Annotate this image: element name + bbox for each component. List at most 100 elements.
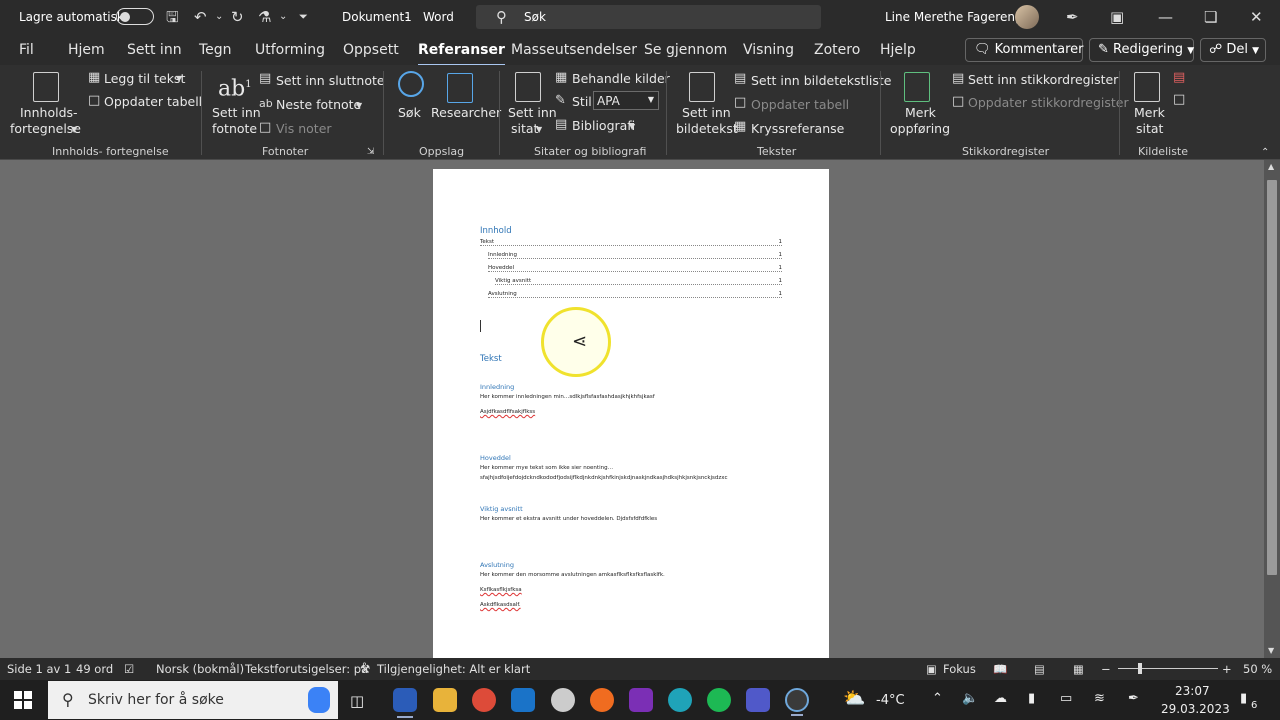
- minimize-icon[interactable]: —: [1158, 8, 1173, 26]
- citation-style-select[interactable]: APA ▼: [593, 91, 659, 110]
- ribbon-display-icon[interactable]: ▣: [1110, 8, 1124, 26]
- teams-icon[interactable]: [746, 688, 770, 712]
- close-icon[interactable]: ✕: [1250, 8, 1263, 26]
- mark-entry-line2[interactable]: oppføring: [890, 121, 950, 136]
- outlook-icon[interactable]: [511, 688, 535, 712]
- insert-table-of-figures-button[interactable]: Sett inn bildetekstliste: [751, 73, 892, 88]
- insert-citation-line1[interactable]: Sett inn: [508, 105, 557, 120]
- toc-entry[interactable]: Avslutning 1: [488, 291, 782, 298]
- taskbar-search[interactable]: ⚲ Skriv her for å søke: [48, 681, 338, 719]
- dialog-launcher-icon[interactable]: ⇲: [367, 145, 375, 160]
- designer-pen-icon[interactable]: ✒: [1066, 8, 1079, 26]
- save-icon[interactable]: 🖫: [166, 8, 179, 26]
- tab-zotero[interactable]: Zotero: [814, 42, 860, 58]
- clock-date[interactable]: 29.03.2023: [1161, 702, 1230, 716]
- text-predictions[interactable]: Tekstforutsigelser: på: [245, 662, 368, 676]
- web-layout-icon[interactable]: ▦: [1073, 662, 1084, 676]
- zoom-out-icon[interactable]: −: [1101, 662, 1111, 676]
- chrome-icon[interactable]: [472, 688, 496, 712]
- phone-icon[interactable]: ▮: [1028, 691, 1035, 706]
- insert-caption-line1[interactable]: Sett inn: [682, 105, 731, 120]
- zoom-level[interactable]: 50 %: [1243, 662, 1272, 676]
- weather-temperature[interactable]: -4°C: [876, 693, 905, 708]
- insert-endnote-button[interactable]: Sett inn sluttnote: [276, 73, 385, 88]
- toc-entry[interactable]: Hoveddel 1: [488, 265, 782, 272]
- scrollbar-thumb[interactable]: [1267, 180, 1277, 575]
- insert-table-of-authorities-icon[interactable]: ▤: [1173, 70, 1185, 85]
- format-dropdown-icon[interactable]: ⌄: [279, 8, 287, 26]
- zoom-slider[interactable]: [1118, 668, 1218, 669]
- tab-fil[interactable]: Fil: [19, 42, 34, 58]
- recorder-icon[interactable]: [785, 688, 809, 716]
- show-hidden-icons-icon[interactable]: ⌃: [932, 691, 943, 706]
- scroll-up-icon[interactable]: ▲: [1268, 162, 1274, 171]
- zoom-slider-thumb[interactable]: [1138, 663, 1142, 674]
- tab-hjelp[interactable]: Hjelp: [880, 42, 916, 58]
- insert-citation-line2[interactable]: sitat: [511, 121, 538, 136]
- notification-icon[interactable]: ▮: [1240, 691, 1247, 706]
- undo-icon[interactable]: ↶: [194, 8, 207, 26]
- volume-icon[interactable]: 🔈: [962, 691, 978, 706]
- snipping-tool-icon[interactable]: [551, 688, 575, 712]
- comments-button[interactable]: 🗨 Kommentarer: [965, 38, 1084, 62]
- wifi-icon[interactable]: ≋: [1094, 691, 1105, 706]
- share-button[interactable]: ☍ Del ▼: [1200, 38, 1266, 62]
- onedrive-icon[interactable]: ☁: [994, 691, 1007, 706]
- avatar[interactable]: [1015, 5, 1039, 29]
- pen-icon[interactable]: ✒: [1128, 691, 1139, 706]
- language[interactable]: Norsk (bokmål): [156, 662, 244, 676]
- tab-referanser[interactable]: Referanser: [418, 42, 505, 67]
- manage-sources-button[interactable]: Behandle kilder: [572, 71, 670, 86]
- mark-entry-line1[interactable]: Merk: [905, 105, 936, 120]
- restore-icon[interactable]: ❏: [1204, 8, 1217, 26]
- read-mode-icon[interactable]: 📖: [993, 662, 1007, 676]
- toc-entry[interactable]: Viktig avsnitt 1: [495, 278, 782, 285]
- weather-icon[interactable]: ⛅: [843, 688, 865, 709]
- researcher-button[interactable]: Researcher: [431, 105, 501, 120]
- task-view-icon[interactable]: ◫: [350, 692, 364, 710]
- search-button[interactable]: Søk: [398, 105, 421, 120]
- edge-icon[interactable]: [668, 688, 692, 712]
- onenote-icon[interactable]: [629, 688, 653, 712]
- collapse-ribbon-icon[interactable]: ⌃: [1261, 145, 1269, 160]
- toc-entry[interactable]: Innledning 1: [488, 252, 782, 259]
- focus-button[interactable]: Fokus: [943, 662, 976, 676]
- autosave-toggle[interactable]: [116, 8, 154, 25]
- proofing-icon[interactable]: ☑: [124, 662, 134, 676]
- toc-entry[interactable]: Tekst 1: [480, 239, 782, 246]
- add-text-button[interactable]: Legg til tekst: [104, 71, 185, 86]
- tab-sett-inn[interactable]: Sett inn: [127, 42, 182, 58]
- word-count[interactable]: 49 ord: [76, 662, 113, 676]
- mark-citation-line2[interactable]: sitat: [1136, 121, 1163, 136]
- insert-footnote-line2[interactable]: fotnote: [212, 121, 257, 136]
- next-footnote-button[interactable]: Neste fotnote: [276, 97, 361, 112]
- scroll-down-icon[interactable]: ▼: [1268, 646, 1274, 655]
- windows-start-icon[interactable]: [14, 691, 32, 709]
- zoom-in-icon[interactable]: +: [1222, 662, 1232, 676]
- page-count[interactable]: Side 1 av 1: [7, 662, 71, 676]
- tab-hjem[interactable]: Hjem: [68, 42, 105, 58]
- tab-masseutsendelser[interactable]: Masseutsendelser: [511, 42, 637, 58]
- insert-caption-line2[interactable]: bildetekst: [676, 121, 738, 136]
- tab-utforming[interactable]: Utforming: [255, 42, 325, 58]
- clock-time[interactable]: 23:07: [1175, 684, 1210, 698]
- format-painter-icon[interactable]: ⚗: [258, 8, 271, 26]
- bibliography-button[interactable]: Bibliografi: [572, 118, 635, 133]
- firefox-icon[interactable]: [590, 688, 614, 712]
- insert-index-button[interactable]: Sett inn stikkordregister: [968, 72, 1118, 87]
- word-app-icon[interactable]: [393, 688, 417, 718]
- tab-visning[interactable]: Visning: [743, 42, 794, 58]
- customize-toolbar-icon[interactable]: ⏷: [299, 8, 308, 26]
- cross-reference-button[interactable]: Kryssreferanse: [751, 121, 844, 136]
- spotify-icon[interactable]: [707, 688, 731, 712]
- search-box[interactable]: ⚲ Søk: [476, 5, 821, 29]
- editing-button[interactable]: ✎ Redigering ▼: [1089, 38, 1194, 62]
- print-layout-icon[interactable]: ▤: [1034, 662, 1045, 676]
- toc-button-line1[interactable]: Innholds-: [20, 105, 78, 120]
- accessibility-status[interactable]: Tilgjengelighet: Alt er klart: [377, 662, 530, 676]
- update-table-button[interactable]: Oppdater tabell: [104, 94, 202, 109]
- redo-icon[interactable]: ↻: [231, 8, 244, 26]
- file-explorer-icon[interactable]: [433, 688, 457, 712]
- tab-se-gjennom[interactable]: Se gjennom: [644, 42, 727, 58]
- mark-citation-line1[interactable]: Merk: [1134, 105, 1165, 120]
